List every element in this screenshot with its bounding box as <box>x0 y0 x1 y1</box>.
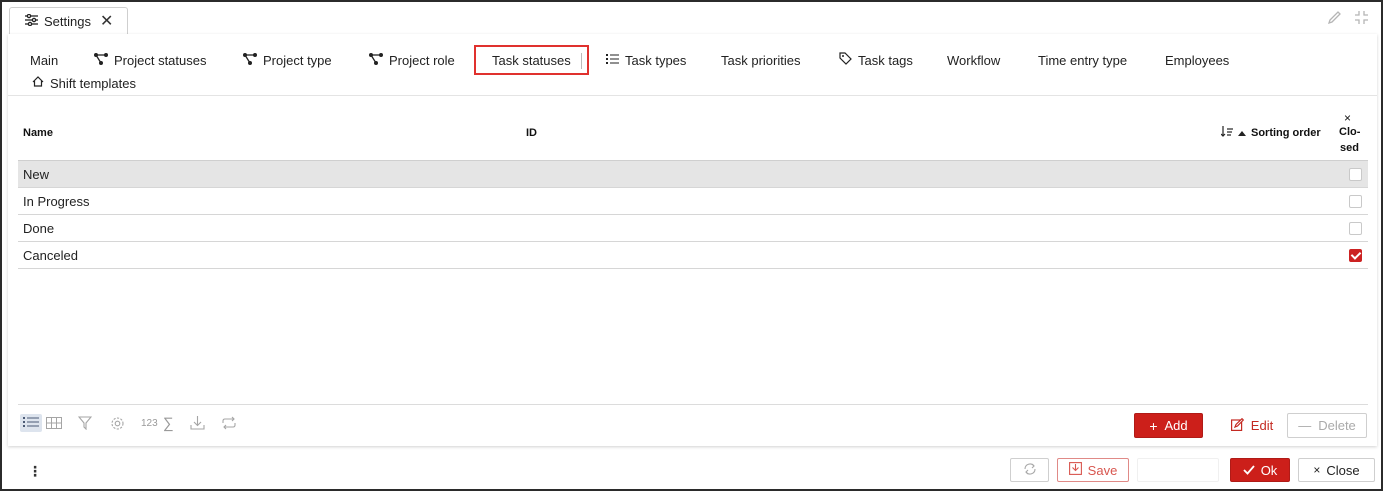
tab-shift-templates[interactable]: Shift templates <box>32 72 136 94</box>
minus-icon: — <box>1298 418 1312 433</box>
delete-label: Delete <box>1318 418 1356 433</box>
ok-button[interactable]: Ok <box>1230 458 1290 482</box>
row-name: Done <box>23 220 55 236</box>
tab-label: Task types <box>625 52 687 68</box>
tab-project-statuses[interactable]: Project statuses <box>94 49 207 71</box>
tab-label: Workflow <box>947 52 1001 68</box>
hierarchy-icon <box>243 52 257 68</box>
close-icon: × <box>1313 463 1321 477</box>
tag-icon <box>839 52 852 68</box>
settings-tabs: Main Project statuses Project type Proje… <box>8 34 1377 96</box>
gear-icon[interactable] <box>110 416 125 434</box>
tab-task-types[interactable]: Task types <box>606 49 686 71</box>
sorting-order-label: Sorting order <box>1251 127 1321 139</box>
document-tab-label: Settings <box>44 13 91 29</box>
closed-checkbox[interactable] <box>1349 168 1362 181</box>
edit-label: Edit <box>1250 418 1274 433</box>
tab-project-role[interactable]: Project role <box>369 49 455 71</box>
plus-icon: + <box>1149 417 1158 434</box>
list-view-icon[interactable] <box>20 414 42 432</box>
grid-view-icon[interactable] <box>46 416 62 432</box>
pencil-icon[interactable] <box>1327 10 1342 28</box>
grid-header: Name ID Sorting order × Clo- sed <box>18 109 1368 161</box>
hierarchy-icon <box>94 52 108 68</box>
tab-label: Task priorities <box>721 52 801 68</box>
tab-label: Shift templates <box>50 75 136 91</box>
table-row[interactable]: Done <box>18 215 1368 242</box>
delete-button[interactable]: — Delete <box>1287 413 1367 438</box>
home-icon <box>32 76 44 90</box>
column-header-closed-line1[interactable]: Clo- <box>1339 126 1360 138</box>
row-name: Canceled <box>23 247 78 263</box>
tab-label: Time entry type <box>1038 52 1128 68</box>
tab-label: Task tags <box>858 52 913 68</box>
tab-label: Employees <box>1165 52 1230 68</box>
download-icon[interactable] <box>190 416 205 433</box>
refresh-button[interactable] <box>1010 458 1049 482</box>
settings-panel: Main Project statuses Project type Proje… <box>8 34 1377 446</box>
filter-icon[interactable] <box>77 416 93 433</box>
document-tab-bar: Settings ✕ <box>4 4 1379 34</box>
add-button[interactable]: + Add <box>1134 413 1203 438</box>
save-label: Save <box>1087 462 1118 478</box>
tab-label: Task statuses <box>492 52 571 68</box>
tab-employees[interactable]: Employees <box>1165 49 1229 71</box>
sort-order-icon <box>1220 126 1233 140</box>
repeat-icon[interactable] <box>221 416 237 433</box>
check-icon <box>1243 463 1255 478</box>
sort-ascending-icon <box>1238 127 1246 139</box>
close-button[interactable]: × Close <box>1298 458 1375 482</box>
column-header-sorting-order[interactable]: Sorting order <box>1220 126 1321 140</box>
close-tab-icon[interactable]: ✕ <box>100 11 113 31</box>
window-frame: Settings ✕ Main Project statuses Project… <box>0 0 1383 491</box>
edit-icon <box>1230 417 1244 434</box>
close-label: Close <box>1326 462 1360 478</box>
tab-main[interactable]: Main <box>30 49 58 71</box>
closed-checkbox[interactable] <box>1349 195 1362 208</box>
table-row[interactable]: Canceled <box>18 242 1368 269</box>
blank-button[interactable] <box>1137 458 1219 482</box>
tab-label: Project type <box>263 52 332 68</box>
tab-label: Project role <box>389 52 455 68</box>
tab-time-entry-type[interactable]: Time entry type <box>1038 49 1127 71</box>
tab-workflow[interactable]: Workflow <box>947 49 1000 71</box>
ok-label: Ok <box>1260 462 1278 478</box>
row-name: New <box>23 166 50 182</box>
tab-task-tags[interactable]: Task tags <box>839 49 913 71</box>
tab-task-priorities[interactable]: Task priorities <box>721 49 800 71</box>
column-header-name[interactable]: Name <box>23 127 53 139</box>
save-button[interactable]: Save <box>1057 458 1129 482</box>
table-row[interactable]: In Progress <box>18 188 1368 215</box>
settings-document-tab[interactable]: Settings ✕ <box>9 7 128 34</box>
tab-task-statuses[interactable]: Task statuses <box>474 45 589 75</box>
list-icon <box>606 53 619 67</box>
closed-checkbox[interactable] <box>1349 222 1362 235</box>
column-header-id[interactable]: ID <box>526 127 537 139</box>
sigma-icon[interactable]: ∑ <box>163 415 174 432</box>
tab-project-type[interactable]: Project type <box>243 49 332 71</box>
refresh-icon <box>1023 463 1037 478</box>
save-icon <box>1068 462 1082 478</box>
window-controls <box>1327 10 1369 28</box>
table-row[interactable]: New <box>18 161 1368 188</box>
more-options-icon[interactable]: ⋮ <box>28 463 42 480</box>
grid-toolbar: 123 ∑ + Add Edit — Delete <box>18 404 1368 442</box>
edit-button[interactable]: Edit <box>1222 413 1282 438</box>
add-label: Add <box>1164 418 1188 433</box>
closed-checkbox-checked[interactable] <box>1349 249 1362 262</box>
sliders-icon <box>25 13 38 29</box>
collapse-icon[interactable] <box>1354 10 1369 28</box>
column-header-closed-line2[interactable]: sed <box>1340 142 1359 154</box>
hierarchy-icon <box>369 52 383 68</box>
row-name: In Progress <box>23 193 90 209</box>
grid-body: New In Progress Done Canceled <box>18 161 1368 269</box>
close-column-icon[interactable]: × <box>1344 111 1351 125</box>
dialog-footer: ⋮ Save Ok × Close <box>4 449 1379 491</box>
sum-numbers-label[interactable]: 123 <box>141 418 158 429</box>
tab-label: Main <box>30 52 59 68</box>
tab-label: Project statuses <box>114 52 207 68</box>
